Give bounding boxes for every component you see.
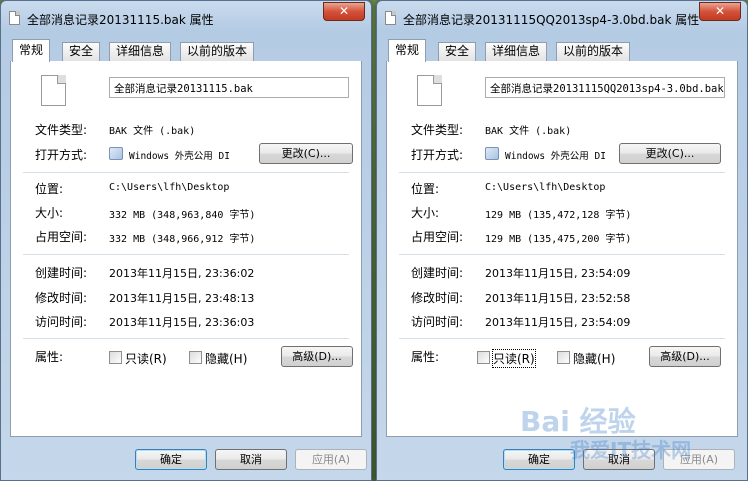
file-type-value: BAK 文件 (.bak)	[485, 126, 572, 137]
watermark-text: 我爱IT技术网	[570, 438, 692, 462]
size-value: 332 MB (348,963,840 字节)	[109, 210, 256, 221]
general-tab-content: 全部消息记录20131115.bak 文件类型: BAK 文件 (.bak) 打…	[10, 61, 362, 437]
created-label: 创建时间:	[35, 266, 88, 280]
advanced-button[interactable]: 高级(D)...	[649, 346, 721, 367]
cancel-button[interactable]: 取消	[215, 449, 287, 470]
tab-previous-versions[interactable]: 以前的版本	[180, 42, 255, 61]
separator	[23, 172, 349, 173]
readonly-checkbox[interactable]	[109, 351, 122, 364]
file-type-value: BAK 文件 (.bak)	[109, 126, 196, 137]
size-label: 大小:	[35, 206, 64, 220]
close-button[interactable]: ✕	[323, 2, 365, 21]
properties-dialog-1: 全部消息记录20131115.bak 属性 ✕ 常规 安全 详细信息 以前的版本…	[0, 0, 372, 481]
size-on-disk-label: 占用空间:	[35, 230, 88, 244]
accessed-label: 访问时间:	[35, 315, 88, 329]
hidden-label[interactable]: 隐藏(H)	[205, 350, 247, 367]
app-icon	[109, 147, 123, 160]
app-icon	[485, 147, 499, 160]
separator	[23, 254, 349, 255]
created-value: 2013年11月15日, 23:36:02	[109, 267, 255, 280]
tab-security[interactable]: 安全	[438, 42, 477, 61]
readonly-label[interactable]: 只读(R)	[125, 350, 167, 367]
created-value: 2013年11月15日, 23:54:09	[485, 267, 631, 280]
attributes-label: 属性:	[35, 350, 64, 364]
title-bar[interactable]: 全部消息记录20131115.bak 属性 ✕	[1, 1, 371, 35]
document-icon	[417, 75, 442, 106]
file-type-label: 文件类型:	[35, 123, 88, 137]
tab-general[interactable]: 常规	[12, 39, 51, 62]
change-button[interactable]: 更改(C)...	[259, 143, 353, 164]
filename-field[interactable]: 全部消息记录20131115QQ2013sp4-3.0bd.bak	[485, 77, 725, 98]
readonly-checkbox[interactable]	[477, 351, 490, 364]
general-tab-content: 全部消息记录20131115QQ2013sp4-3.0bd.bak 文件类型: …	[386, 61, 738, 437]
location-value: C:\Users\lfh\Desktop	[109, 182, 230, 193]
separator	[399, 172, 725, 173]
hidden-checkbox[interactable]	[557, 351, 570, 364]
file-icon	[9, 11, 20, 25]
opens-with-value: Windows 外壳公用 DI	[505, 151, 606, 162]
size-on-disk-label: 占用空间:	[411, 230, 464, 244]
separator	[23, 338, 349, 339]
opens-with-label: 打开方式:	[411, 148, 464, 162]
ok-button[interactable]: 确定	[135, 449, 207, 470]
file-type-label: 文件类型:	[411, 123, 464, 137]
accessed-label: 访问时间:	[411, 315, 464, 329]
location-value: C:\Users\lfh\Desktop	[485, 182, 606, 193]
close-button[interactable]: ✕	[699, 2, 741, 21]
tab-general[interactable]: 常规	[388, 39, 427, 62]
ok-button[interactable]: 确定	[503, 449, 575, 470]
opens-with-value: Windows 外壳公用 DI	[129, 151, 230, 162]
opens-with-label: 打开方式:	[35, 148, 88, 162]
created-label: 创建时间:	[411, 266, 464, 280]
readonly-label[interactable]: 只读(R)	[492, 349, 536, 368]
change-button[interactable]: 更改(C)...	[619, 143, 721, 164]
size-value: 129 MB (135,472,128 字节)	[485, 210, 632, 221]
size-on-disk-value: 129 MB (135,475,200 字节)	[485, 234, 632, 245]
window-title: 全部消息记录20131115.bak 属性	[27, 13, 214, 27]
modified-value: 2013年11月15日, 23:48:13	[109, 292, 255, 305]
accessed-value: 2013年11月15日, 23:54:09	[485, 316, 631, 329]
separator	[399, 254, 725, 255]
hidden-checkbox[interactable]	[189, 351, 202, 364]
filename-field[interactable]: 全部消息记录20131115.bak	[109, 77, 349, 98]
accessed-value: 2013年11月15日, 23:36:03	[109, 316, 255, 329]
modified-label: 修改时间:	[35, 291, 88, 305]
file-icon	[385, 11, 396, 25]
modified-label: 修改时间:	[411, 291, 464, 305]
tab-security[interactable]: 安全	[62, 42, 101, 61]
window-title: 全部消息记录20131115QQ2013sp4-3.0bd.bak 属性	[403, 13, 700, 27]
size-label: 大小:	[411, 206, 440, 220]
size-on-disk-value: 332 MB (348,966,912 字节)	[109, 234, 256, 245]
separator	[399, 338, 725, 339]
apply-button[interactable]: 应用(A)	[295, 449, 367, 470]
tab-details[interactable]: 详细信息	[485, 42, 548, 61]
tab-previous-versions[interactable]: 以前的版本	[556, 42, 631, 61]
location-label: 位置:	[411, 182, 440, 196]
hidden-label[interactable]: 隐藏(H)	[573, 350, 615, 367]
attributes-label: 属性:	[411, 350, 440, 364]
location-label: 位置:	[35, 182, 64, 196]
advanced-button[interactable]: 高级(D)...	[281, 346, 353, 367]
document-icon	[41, 75, 66, 106]
modified-value: 2013年11月15日, 23:52:58	[485, 292, 631, 305]
tab-details[interactable]: 详细信息	[109, 42, 172, 61]
title-bar[interactable]: 全部消息记录20131115QQ2013sp4-3.0bd.bak 属性 ✕	[377, 1, 747, 35]
